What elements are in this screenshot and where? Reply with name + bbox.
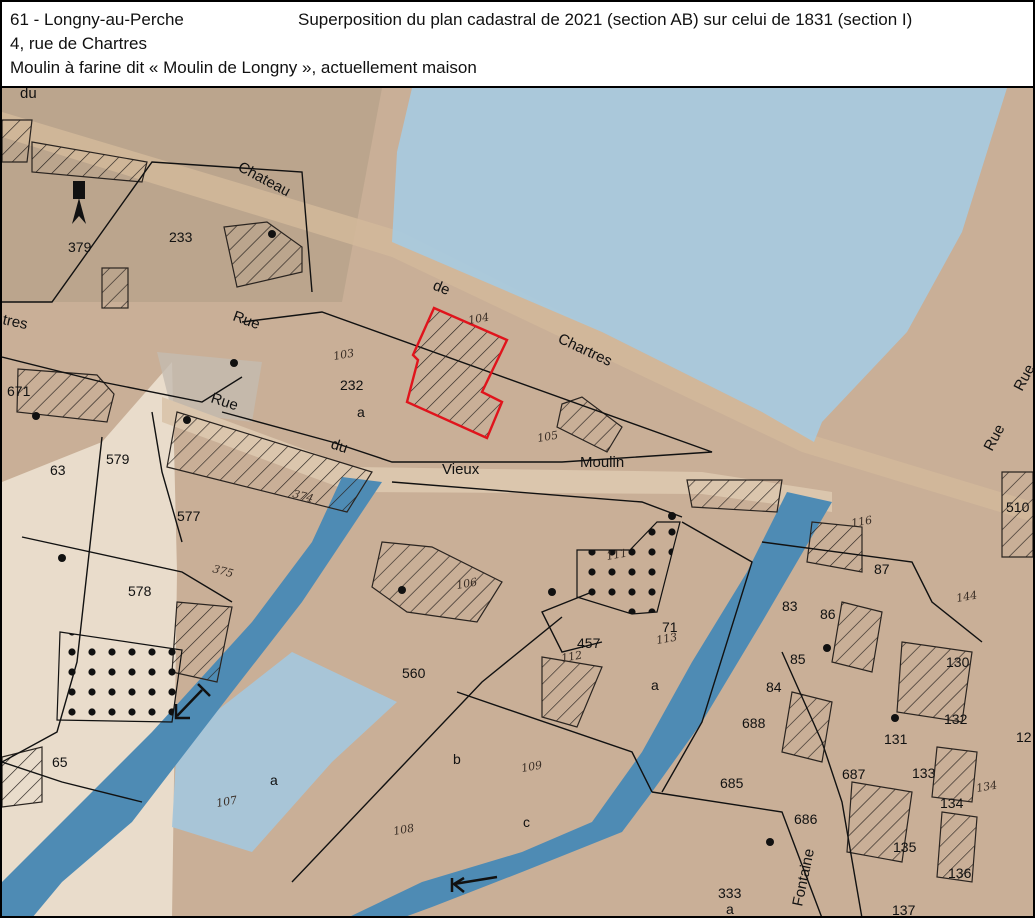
parcel-333a: a [726, 901, 734, 917]
parcel-671: 671 [7, 383, 31, 399]
parcel-131: 131 [884, 731, 908, 747]
street-moulin: Moulin [580, 454, 624, 471]
map-title: Superposition du plan cadastral de 2021 … [298, 10, 913, 29]
parcel-86: 86 [820, 606, 836, 622]
address-label: 4, rue de Chartres [10, 34, 148, 53]
map-frame: 61 - Longny-au-Perche 4, rue de Chartres… [0, 0, 1035, 918]
parcel-12: 12 [1016, 729, 1032, 745]
description-label: Moulin à farine dit « Moulin de Longny »… [10, 58, 477, 77]
parcel-232: 232 [340, 377, 364, 393]
street-vieux: Vieux [442, 461, 480, 478]
parcel-85: 85 [790, 651, 806, 667]
parcel-510: 510 [1006, 499, 1030, 515]
parcel-137: 137 [892, 902, 916, 918]
parcel-83: 83 [782, 598, 798, 614]
parcel-233: 233 [169, 229, 193, 245]
parcel-132: 132 [944, 711, 968, 727]
map-header: 61 - Longny-au-Perche 4, rue de Chartres… [2, 2, 1033, 88]
parcel-130: 130 [946, 654, 970, 670]
parcel-136: 136 [948, 865, 972, 881]
parcel-685: 685 [720, 775, 744, 791]
cadastral-map[interactable]: du Chateau Rue de Chartres tres Rue du V… [2, 88, 1033, 918]
parcel-578: 578 [128, 583, 152, 599]
parcel-63: 63 [50, 462, 66, 478]
parcel-a-pond: a [270, 772, 278, 788]
parcel-84: 84 [766, 679, 782, 695]
parcel-133: 133 [912, 765, 936, 781]
commune-label: 61 - Longny-au-Perche [10, 10, 184, 29]
parcel-b: b [453, 751, 461, 767]
parcel-379: 379 [68, 239, 92, 255]
parcel-688: 688 [742, 715, 766, 731]
parcel-65: 65 [52, 754, 68, 770]
parcel-579: 579 [106, 451, 130, 467]
parcel-87: 87 [874, 561, 890, 577]
parcel-134: 134 [940, 795, 964, 811]
parcel-71a: a [651, 677, 659, 693]
parcel-560: 560 [402, 665, 426, 681]
parcel-686: 686 [794, 811, 818, 827]
parcel-333: 333 [718, 885, 742, 901]
street-du-top: du [20, 88, 37, 102]
parcel-c: c [523, 814, 530, 830]
parcel-232a: a [357, 404, 365, 420]
parcel-687: 687 [842, 766, 866, 782]
parcel-135: 135 [893, 839, 917, 855]
parcel-577: 577 [177, 508, 201, 524]
